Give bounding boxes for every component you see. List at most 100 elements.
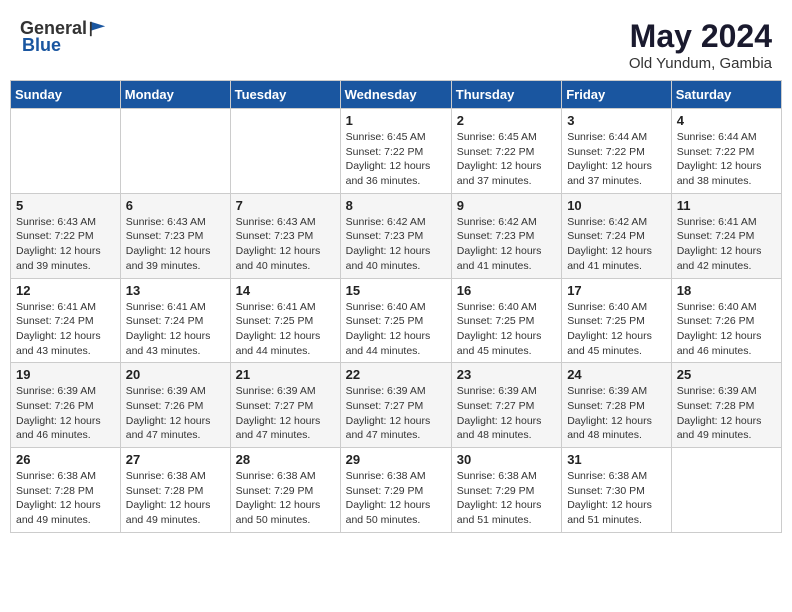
day-info: Sunrise: 6:41 AMSunset: 7:24 PMDaylight:…	[126, 300, 225, 359]
day-cell: 3 Sunrise: 6:44 AMSunset: 7:22 PMDaylight…	[562, 109, 672, 194]
day-number: 24	[567, 367, 666, 382]
day-number: 27	[126, 452, 225, 467]
day-number: 11	[677, 198, 776, 213]
day-info: Sunrise: 6:42 AMSunset: 7:23 PMDaylight:…	[346, 215, 446, 274]
day-number: 15	[346, 283, 446, 298]
day-info: Sunrise: 6:39 AMSunset: 7:27 PMDaylight:…	[457, 384, 556, 443]
day-info: Sunrise: 6:38 AMSunset: 7:28 PMDaylight:…	[16, 469, 115, 528]
day-info: Sunrise: 6:44 AMSunset: 7:22 PMDaylight:…	[567, 130, 666, 189]
day-info: Sunrise: 6:40 AMSunset: 7:25 PMDaylight:…	[457, 300, 556, 359]
day-info: Sunrise: 6:43 AMSunset: 7:23 PMDaylight:…	[236, 215, 335, 274]
weekday-wednesday: Wednesday	[340, 81, 451, 109]
day-number: 26	[16, 452, 115, 467]
day-info: Sunrise: 6:38 AMSunset: 7:28 PMDaylight:…	[126, 469, 225, 528]
week-row-4: 19 Sunrise: 6:39 AMSunset: 7:26 PMDayligh…	[11, 363, 782, 448]
day-info: Sunrise: 6:39 AMSunset: 7:27 PMDaylight:…	[346, 384, 446, 443]
week-row-3: 12 Sunrise: 6:41 AMSunset: 7:24 PMDayligh…	[11, 278, 782, 363]
day-cell: 9 Sunrise: 6:42 AMSunset: 7:23 PMDaylight…	[451, 193, 561, 278]
weekday-saturday: Saturday	[671, 81, 781, 109]
day-info: Sunrise: 6:39 AMSunset: 7:26 PMDaylight:…	[16, 384, 115, 443]
day-number: 9	[457, 198, 556, 213]
day-number: 10	[567, 198, 666, 213]
day-number: 16	[457, 283, 556, 298]
day-number: 4	[677, 113, 776, 128]
day-number: 1	[346, 113, 446, 128]
day-number: 21	[236, 367, 335, 382]
day-cell: 5 Sunrise: 6:43 AMSunset: 7:22 PMDaylight…	[11, 193, 121, 278]
day-info: Sunrise: 6:41 AMSunset: 7:24 PMDaylight:…	[16, 300, 115, 359]
day-info: Sunrise: 6:41 AMSunset: 7:24 PMDaylight:…	[677, 215, 776, 274]
calendar-body: 1 Sunrise: 6:45 AMSunset: 7:22 PMDaylight…	[11, 109, 782, 533]
day-number: 8	[346, 198, 446, 213]
day-cell: 6Sunrise: 6:43 AMSunset: 7:23 PMDaylight…	[120, 193, 230, 278]
day-cell	[671, 448, 781, 533]
day-info: Sunrise: 6:38 AMSunset: 7:29 PMDaylight:…	[457, 469, 556, 528]
week-row-5: 26 Sunrise: 6:38 AMSunset: 7:28 PMDayligh…	[11, 448, 782, 533]
day-number: 17	[567, 283, 666, 298]
header: General Blue May 2024 Old Yundum, Gambia	[10, 10, 782, 76]
day-cell: 15 Sunrise: 6:40 AMSunset: 7:25 PMDayligh…	[340, 278, 451, 363]
day-cell	[230, 109, 340, 194]
day-cell	[120, 109, 230, 194]
day-info: Sunrise: 6:43 AMSunset: 7:22 PMDaylight:…	[16, 215, 115, 274]
day-cell: 13 Sunrise: 6:41 AMSunset: 7:24 PMDayligh…	[120, 278, 230, 363]
day-cell: 25Sunrise: 6:39 AMSunset: 7:28 PMDayligh…	[671, 363, 781, 448]
day-number: 31	[567, 452, 666, 467]
day-info: Sunrise: 6:44 AMSunset: 7:22 PMDaylight:…	[677, 130, 776, 189]
day-number: 23	[457, 367, 556, 382]
day-number: 28	[236, 452, 335, 467]
day-number: 20	[126, 367, 225, 382]
day-cell: 31 Sunrise: 6:38 AMSunset: 7:30 PMDayligh…	[562, 448, 672, 533]
logo-flag-icon	[89, 20, 107, 38]
day-cell: 7Sunrise: 6:43 AMSunset: 7:23 PMDaylight…	[230, 193, 340, 278]
day-info: Sunrise: 6:40 AMSunset: 7:26 PMDaylight:…	[677, 300, 776, 359]
weekday-friday: Friday	[562, 81, 672, 109]
day-cell: 11 Sunrise: 6:41 AMSunset: 7:24 PMDayligh…	[671, 193, 781, 278]
weekday-thursday: Thursday	[451, 81, 561, 109]
day-number: 12	[16, 283, 115, 298]
day-cell: 17 Sunrise: 6:40 AMSunset: 7:25 PMDayligh…	[562, 278, 672, 363]
day-info: Sunrise: 6:39 AMSunset: 7:26 PMDaylight:…	[126, 384, 225, 443]
day-cell	[11, 109, 121, 194]
day-info: Sunrise: 6:39 AMSunset: 7:28 PMDaylight:…	[677, 384, 776, 443]
day-cell: 16 Sunrise: 6:40 AMSunset: 7:25 PMDayligh…	[451, 278, 561, 363]
day-info: Sunrise: 6:39 AMSunset: 7:28 PMDaylight:…	[567, 384, 666, 443]
day-number: 5	[16, 198, 115, 213]
day-number: 13	[126, 283, 225, 298]
day-cell: 14Sunrise: 6:41 AMSunset: 7:25 PMDayligh…	[230, 278, 340, 363]
day-number: 2	[457, 113, 556, 128]
day-number: 18	[677, 283, 776, 298]
month-year: May 2024	[629, 18, 772, 55]
day-info: Sunrise: 6:38 AMSunset: 7:29 PMDaylight:…	[236, 469, 335, 528]
day-cell: 29Sunrise: 6:38 AMSunset: 7:29 PMDayligh…	[340, 448, 451, 533]
day-info: Sunrise: 6:42 AMSunset: 7:23 PMDaylight:…	[457, 215, 556, 274]
weekday-header-row: SundayMondayTuesdayWednesdayThursdayFrid…	[11, 81, 782, 109]
day-info: Sunrise: 6:41 AMSunset: 7:25 PMDaylight:…	[236, 300, 335, 359]
day-cell: 1 Sunrise: 6:45 AMSunset: 7:22 PMDaylight…	[340, 109, 451, 194]
day-info: Sunrise: 6:45 AMSunset: 7:22 PMDaylight:…	[346, 130, 446, 189]
day-info: Sunrise: 6:38 AMSunset: 7:29 PMDaylight:…	[346, 469, 446, 528]
day-cell: 2Sunrise: 6:45 AMSunset: 7:22 PMDaylight…	[451, 109, 561, 194]
day-number: 3	[567, 113, 666, 128]
logo: General Blue	[20, 18, 107, 56]
location: Old Yundum, Gambia	[629, 55, 772, 72]
calendar-table: SundayMondayTuesdayWednesdayThursdayFrid…	[10, 80, 782, 533]
week-row-1: 1 Sunrise: 6:45 AMSunset: 7:22 PMDaylight…	[11, 109, 782, 194]
day-info: Sunrise: 6:40 AMSunset: 7:25 PMDaylight:…	[567, 300, 666, 359]
day-cell: 24 Sunrise: 6:39 AMSunset: 7:28 PMDayligh…	[562, 363, 672, 448]
day-cell: 22 Sunrise: 6:39 AMSunset: 7:27 PMDayligh…	[340, 363, 451, 448]
day-number: 22	[346, 367, 446, 382]
day-number: 30	[457, 452, 556, 467]
day-info: Sunrise: 6:38 AMSunset: 7:30 PMDaylight:…	[567, 469, 666, 528]
day-info: Sunrise: 6:40 AMSunset: 7:25 PMDaylight:…	[346, 300, 446, 359]
logo-blue: Blue	[22, 35, 61, 56]
day-cell: 23 Sunrise: 6:39 AMSunset: 7:27 PMDayligh…	[451, 363, 561, 448]
day-cell: 30 Sunrise: 6:38 AMSunset: 7:29 PMDayligh…	[451, 448, 561, 533]
day-info: Sunrise: 6:43 AMSunset: 7:23 PMDaylight:…	[126, 215, 225, 274]
day-number: 19	[16, 367, 115, 382]
day-cell: 18 Sunrise: 6:40 AMSunset: 7:26 PMDayligh…	[671, 278, 781, 363]
day-info: Sunrise: 6:42 AMSunset: 7:24 PMDaylight:…	[567, 215, 666, 274]
weekday-tuesday: Tuesday	[230, 81, 340, 109]
day-cell: 26 Sunrise: 6:38 AMSunset: 7:28 PMDayligh…	[11, 448, 121, 533]
weekday-sunday: Sunday	[11, 81, 121, 109]
